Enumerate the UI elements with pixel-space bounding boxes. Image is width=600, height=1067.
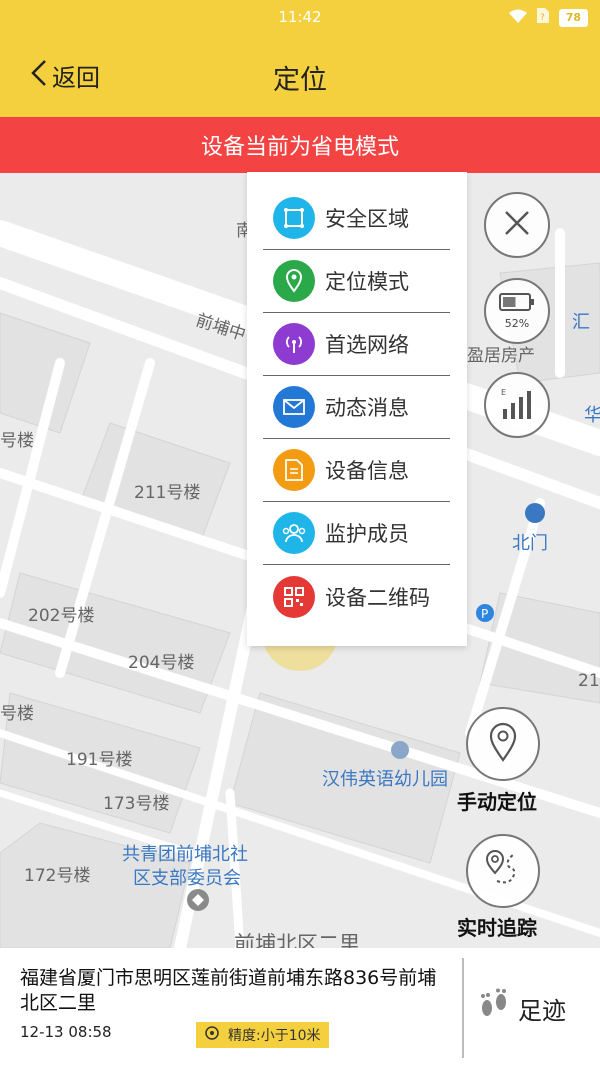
device-menu: 安全区域 定位模式 首选网络 动态消息 设备信息 监护成员 设备二维码	[247, 172, 467, 646]
accuracy-text: 精度:小于10米	[228, 1028, 321, 1044]
menu-item-safe-area[interactable]: 安全区域	[263, 187, 450, 250]
back-label: 返回	[52, 64, 100, 92]
menu-item-device-info[interactable]: 设备信息	[263, 439, 450, 502]
close-menu-button[interactable]	[484, 192, 550, 258]
manual-locate-button[interactable]	[466, 707, 540, 781]
map-label: 华	[584, 405, 600, 426]
signal-strength-button[interactable]: E	[484, 372, 550, 438]
location-pin-icon	[487, 722, 519, 766]
safe-area-icon	[273, 197, 315, 239]
menu-item-location-mode[interactable]: 定位模式	[263, 250, 450, 313]
sim-icon: ?	[536, 8, 549, 27]
map-label: 173号楼	[103, 794, 170, 814]
footprints-icon	[478, 988, 510, 1028]
footprint-label: 足迹	[518, 996, 566, 1025]
device-battery-button[interactable]: 52%	[484, 278, 550, 344]
menu-label: 设备二维码	[325, 585, 430, 610]
map-label: 前埔北区二里	[234, 932, 360, 948]
realtime-track-button[interactable]	[466, 834, 540, 908]
menu-item-device-qrcode[interactable]: 设备二维码	[263, 565, 450, 628]
status-icons: ? 78	[508, 8, 588, 27]
document-icon	[273, 449, 315, 491]
svg-text:E: E	[501, 388, 506, 397]
power-saving-banner: 设备当前为省电模式	[0, 117, 600, 173]
qrcode-icon	[273, 575, 315, 618]
menu-item-preferred-network[interactable]: 首选网络	[263, 313, 450, 376]
map-label: 202号楼	[28, 606, 95, 626]
map-label: 21	[578, 671, 600, 691]
map-label: 191号楼	[66, 750, 133, 770]
map-label: 211号楼	[134, 483, 201, 503]
accuracy-badge: 精度:小于10米	[196, 1022, 329, 1048]
menu-label: 设备信息	[325, 459, 409, 483]
divider	[462, 958, 464, 1058]
signal-icon: E	[499, 385, 535, 425]
wifi-icon	[508, 9, 527, 27]
battery-icon	[499, 292, 535, 315]
map-label: 204号楼	[128, 653, 195, 673]
location-pin-icon	[273, 260, 315, 302]
target-icon	[204, 1025, 220, 1045]
tracking-route-icon	[483, 849, 523, 893]
menu-label: 首选网络	[325, 333, 409, 357]
banner-text: 设备当前为省电模式	[200, 135, 399, 160]
menu-label: 监护成员	[325, 522, 409, 546]
address-text: 福建省厦门市思明区莲前街道前埔东路836号前埔北区二里	[20, 967, 437, 1014]
top-header: 11:42 ? 78 返回 定位	[0, 0, 600, 117]
menu-item-messages[interactable]: 动态消息	[263, 376, 450, 439]
battery-indicator: 78	[558, 8, 588, 27]
envelope-icon	[273, 386, 315, 428]
map-label: 汉伟英语幼儿园	[322, 769, 448, 790]
footprint-button[interactable]: 足迹	[478, 988, 566, 1028]
map-label: 共青团前埔北社	[122, 844, 248, 865]
battery-percent: 52%	[504, 316, 530, 330]
map-label: 盈居房产	[467, 346, 535, 366]
back-button[interactable]: 返回	[30, 58, 100, 93]
members-icon	[273, 512, 315, 554]
svg-text:?: ?	[540, 13, 545, 23]
close-icon	[503, 209, 531, 241]
menu-label: 安全区域	[325, 207, 409, 231]
chevron-left-icon	[30, 59, 48, 93]
menu-label: 动态消息	[325, 396, 409, 420]
menu-item-guardians[interactable]: 监护成员	[263, 502, 450, 565]
manual-locate-label[interactable]: 手动定位	[457, 786, 537, 815]
map-label: 号楼	[0, 431, 34, 451]
realtime-track-label[interactable]: 实时追踪	[457, 912, 537, 941]
map-label: 号楼	[0, 704, 34, 724]
map-label: 172号楼	[24, 866, 91, 886]
map-label: 区支部委员会	[133, 868, 241, 889]
menu-label: 定位模式	[325, 270, 409, 294]
svg-text:P: P	[481, 607, 488, 621]
antenna-icon	[273, 323, 315, 365]
location-info-panel: 福建省厦门市思明区莲前街道前埔东路836号前埔北区二里 12-13 08:58 …	[0, 948, 600, 1067]
location-time: 12-13 08:58	[20, 1023, 112, 1041]
map-label: 汇	[572, 312, 590, 333]
map-label: 北门	[512, 533, 548, 554]
